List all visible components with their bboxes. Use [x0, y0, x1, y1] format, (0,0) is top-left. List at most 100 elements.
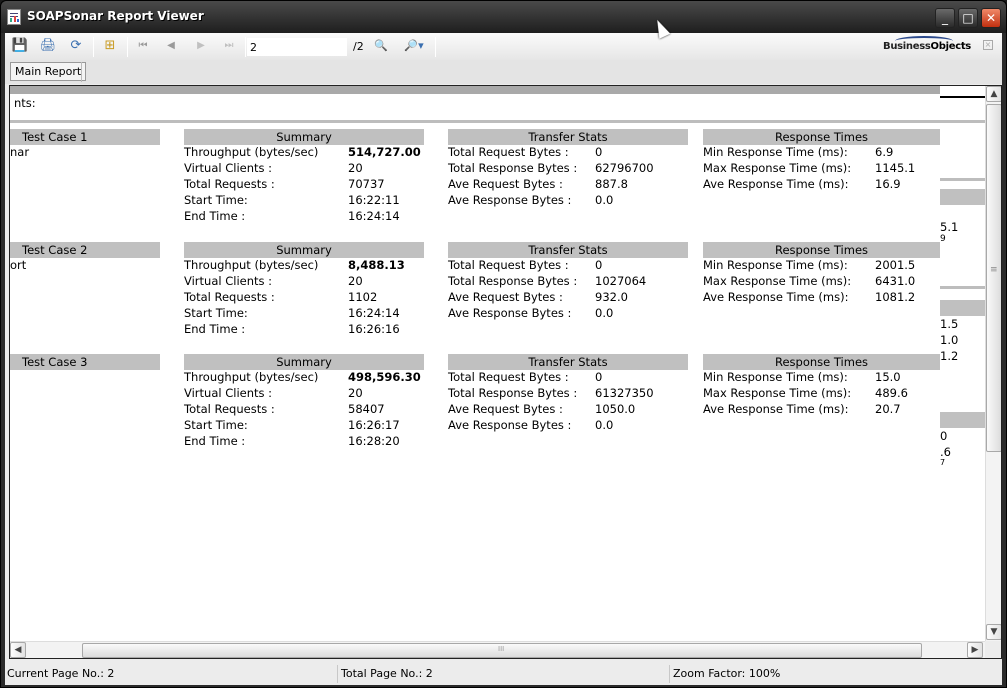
- response-label: Min Response Time (ms):: [703, 258, 848, 272]
- tab-separator: [81, 62, 82, 82]
- window-title: SOAPSonar Report Viewer: [27, 9, 204, 23]
- scroll-right-button[interactable]: ▶: [967, 642, 983, 658]
- vertical-scroll-thumb[interactable]: [986, 104, 1001, 452]
- minimize-button[interactable]: _: [935, 8, 955, 28]
- summary-value: 20: [348, 386, 363, 400]
- scrollbar-corner: [985, 641, 1001, 658]
- response-value: 1081.2: [875, 290, 916, 304]
- summary-value: 514,727.00: [348, 145, 421, 159]
- cutoff-fragment: 7: [940, 458, 946, 467]
- client-area: 💾 🖨 ⟳ ⊞ ⏮ ◀ ▶ ⏭ /2 🔍 🔎▾ BusinessObjects …: [5, 33, 1002, 685]
- transfer-value: 1027064: [595, 274, 647, 288]
- summary-header: Summary: [184, 354, 424, 370]
- toolbar-separator: [93, 37, 94, 57]
- app-icon: [7, 9, 21, 25]
- summary-label: Total Requests :: [184, 402, 275, 416]
- summary-label: Start Time:: [184, 193, 248, 207]
- transfer-label: Ave Response Bytes :: [448, 193, 572, 207]
- response-value: 6.9: [875, 145, 894, 159]
- cutoff-header: [940, 412, 985, 428]
- summary-value: 20: [348, 274, 363, 288]
- export-icon[interactable]: 💾: [10, 37, 30, 55]
- test-case-header: Test Case 2: [10, 242, 160, 258]
- maximize-button[interactable]: □: [958, 8, 978, 28]
- response-label: Ave Response Time (ms):: [703, 177, 849, 191]
- cutoff-fragment: 1.0: [940, 333, 959, 347]
- page-total-label: /2: [353, 40, 364, 53]
- summary-label: Throughput (bytes/sec): [184, 145, 319, 159]
- page-number-input[interactable]: [247, 38, 347, 56]
- print-icon[interactable]: 🖨: [38, 37, 58, 55]
- summary-value: 16:24:14: [348, 306, 400, 320]
- summary-value: 16:26:17: [348, 418, 400, 432]
- summary-label: Total Requests :: [184, 290, 275, 304]
- cutoff-header: [940, 300, 985, 316]
- summary-label: End Time :: [184, 209, 246, 223]
- response-value: 6431.0: [875, 274, 916, 288]
- title-bar[interactable]: SOAPSonar Report Viewer _ □ ✕: [1, 1, 1006, 33]
- transfer-label: Ave Response Bytes :: [448, 306, 572, 320]
- response-label: Max Response Time (ms):: [703, 161, 852, 175]
- horizontal-scroll-thumb[interactable]: [82, 643, 922, 658]
- test-case-block: Test Case 3 Summary Throughput (bytes/sec)…: [10, 354, 940, 464]
- summary-header: Summary: [184, 129, 424, 145]
- status-separator: [669, 665, 670, 683]
- summary-header: Summary: [184, 242, 424, 258]
- summary-label: Throughput (bytes/sec): [184, 258, 319, 272]
- summary-value: 16:26:16: [348, 322, 400, 336]
- cutoff-fragment: 1.5: [940, 317, 959, 331]
- transfer-stats-header: Transfer Stats: [448, 242, 688, 258]
- prev-page-icon[interactable]: ◀: [161, 37, 181, 55]
- transfer-value: 62796700: [595, 161, 654, 175]
- tab-main-report[interactable]: Main Report: [10, 62, 87, 81]
- vertical-scrollbar[interactable]: ▲ ▼: [985, 86, 1001, 658]
- scroll-down-button[interactable]: ▼: [986, 624, 1001, 640]
- cutoff-divider: [940, 286, 985, 289]
- refresh-icon[interactable]: ⟳: [66, 37, 86, 55]
- scroll-left-button[interactable]: ◀: [10, 642, 26, 658]
- test-case-block: Test Case 1 nar Summary Throughput (bytes/s…: [10, 129, 940, 239]
- total-page-status: Total Page No.: 2: [341, 667, 433, 680]
- businessobjects-logo: BusinessObjects: [883, 41, 971, 52]
- cutoff-fragment: .6: [940, 445, 951, 459]
- cutoff-line: [940, 96, 985, 98]
- next-page-icon[interactable]: ▶: [191, 37, 211, 55]
- summary-label: Virtual Clients :: [184, 161, 273, 175]
- summary-value: 16:24:14: [348, 209, 400, 223]
- horizontal-scrollbar[interactable]: ◀ ▶: [10, 641, 985, 658]
- toolbar-separator: [127, 37, 128, 57]
- test-case-name: nar: [10, 145, 30, 159]
- last-page-icon[interactable]: ⏭: [219, 37, 239, 55]
- transfer-label: Ave Request Bytes :: [448, 290, 563, 304]
- zoom-dropdown-icon[interactable]: 🔎▾: [399, 37, 429, 55]
- transfer-value: 0.0: [595, 418, 614, 432]
- first-page-icon[interactable]: ⏮: [133, 37, 153, 55]
- close-button[interactable]: ✕: [981, 8, 1001, 28]
- scroll-up-button[interactable]: ▲: [986, 86, 1001, 102]
- response-value: 15.0: [875, 370, 901, 384]
- response-label: Min Response Time (ms):: [703, 145, 848, 159]
- toolbar: 💾 🖨 ⟳ ⊞ ⏮ ◀ ▶ ⏭ /2 🔍 🔎▾ BusinessObjects …: [5, 33, 1002, 60]
- summary-label: End Time :: [184, 434, 246, 448]
- cutoff-fragment: 1.2: [940, 349, 959, 363]
- summary-label: Virtual Clients :: [184, 386, 273, 400]
- response-value: 1145.1: [875, 161, 916, 175]
- summary-label: Total Requests :: [184, 177, 275, 191]
- test-case-block: Test Case 2 ort Summary Throughput (bytes/s…: [10, 242, 940, 352]
- transfer-value: 0: [595, 258, 603, 272]
- cutoff-fragment: 0: [940, 429, 948, 443]
- summary-label: End Time :: [184, 322, 246, 336]
- search-icon[interactable]: 🔍: [371, 37, 391, 55]
- close-report-icon[interactable]: ×: [983, 40, 993, 50]
- status-separator: [337, 665, 338, 683]
- transfer-label: Total Request Bytes :: [448, 145, 569, 159]
- response-value: 20.7: [875, 402, 901, 416]
- transfer-label: Total Response Bytes :: [448, 161, 578, 175]
- group-tree-icon[interactable]: ⊞: [100, 37, 120, 55]
- cutoff-header: [940, 189, 985, 205]
- response-times-header: Response Times: [703, 354, 940, 370]
- cutoff-fragment: 9: [940, 234, 946, 244]
- cutoff-divider: [940, 178, 985, 181]
- response-label: Ave Response Time (ms):: [703, 290, 849, 304]
- summary-value: 16:28:20: [348, 434, 400, 448]
